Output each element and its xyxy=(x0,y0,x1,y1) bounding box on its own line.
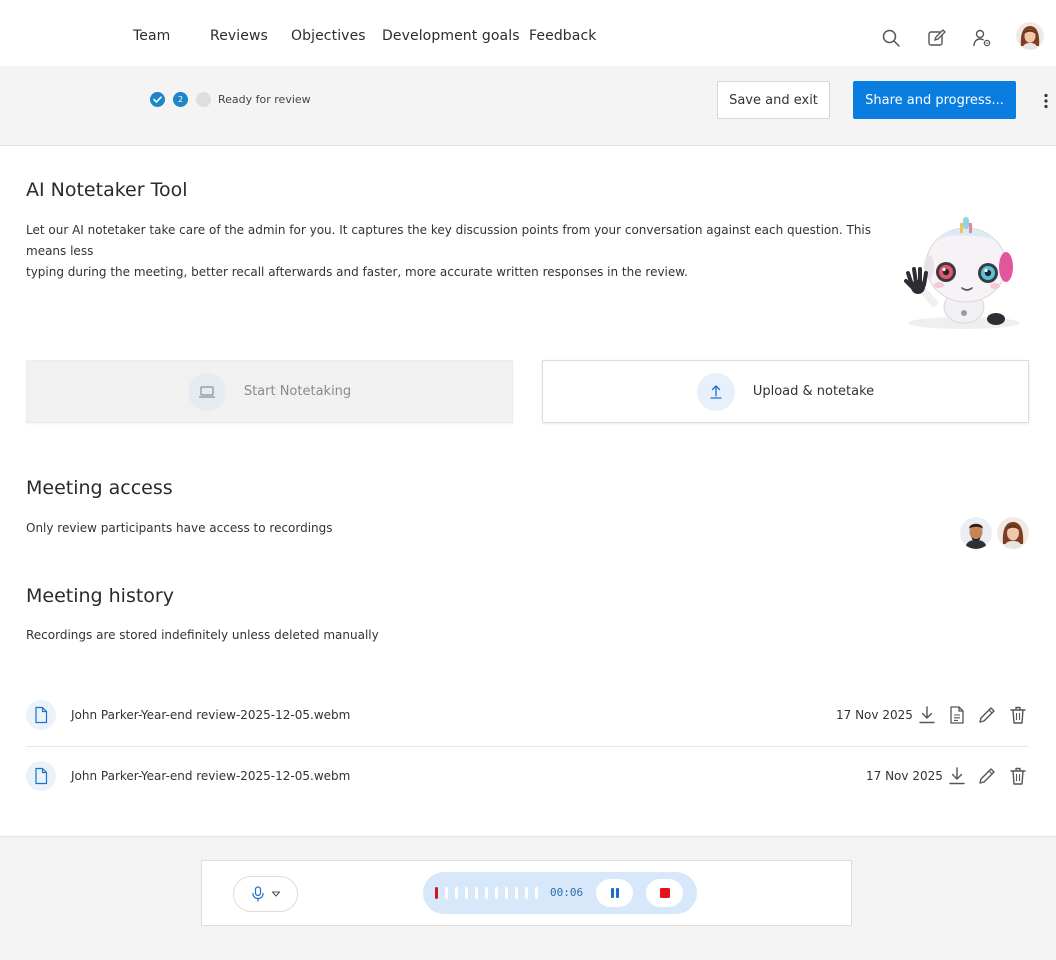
level-bar xyxy=(465,887,468,899)
robot-illustration xyxy=(898,215,1028,335)
recording-file-name: John Parker-Year-end review-2025-12-05.w… xyxy=(71,769,351,783)
meeting-history-title: Meeting history xyxy=(26,585,174,607)
participant-avatar-female xyxy=(997,517,1029,549)
nav-feedback[interactable]: Feedback xyxy=(529,28,596,44)
stop-button[interactable] xyxy=(646,879,683,907)
notetaker-description: Let our AI notetaker take care of the ad… xyxy=(26,220,906,283)
microphone-icon xyxy=(251,886,265,902)
level-bar xyxy=(455,887,458,899)
search-icon[interactable] xyxy=(881,28,901,48)
level-bar xyxy=(505,887,508,899)
laptop-icon xyxy=(187,372,226,411)
recorder-footer: 00:06 xyxy=(0,836,1056,960)
download-icon[interactable] xyxy=(947,766,967,786)
nav-team[interactable]: Team xyxy=(133,28,170,44)
upload-and-notetake-label: Upload & notetake xyxy=(752,384,875,399)
upload-and-notetake-button[interactable]: Upload & notetake xyxy=(542,360,1029,423)
edit-icon[interactable] xyxy=(927,28,947,48)
upload-icon xyxy=(696,372,735,411)
recording-controls: 00:06 xyxy=(423,872,697,914)
meeting-history-description: Recordings are stored indefinitely unles… xyxy=(26,628,379,642)
notetaker-description-line2: typing during the meeting, better recall… xyxy=(26,265,688,279)
level-bar xyxy=(445,887,448,899)
more-options-icon[interactable] xyxy=(1040,91,1052,111)
notetaker-description-line1: Let our AI notetaker take care of the ad… xyxy=(26,223,872,258)
start-notetaking-button[interactable]: Start Notetaking xyxy=(26,360,513,423)
level-bar xyxy=(515,887,518,899)
level-bar xyxy=(485,887,488,899)
start-notetaking-label: Start Notetaking xyxy=(243,384,352,399)
pause-button[interactable] xyxy=(596,879,633,907)
pause-icon xyxy=(609,887,621,899)
step-status-label: Ready for review xyxy=(218,93,311,106)
recording-date: 17 Nov 2025 xyxy=(836,708,913,722)
file-icon xyxy=(26,761,56,791)
level-bar xyxy=(525,887,528,899)
level-bar xyxy=(535,887,538,899)
level-bar xyxy=(495,887,498,899)
stop-icon xyxy=(659,887,671,899)
step-current-indicator: 2 xyxy=(173,92,188,107)
meeting-access-description: Only review participants have access to … xyxy=(26,521,333,535)
user-settings-icon[interactable] xyxy=(972,28,992,48)
rename-pencil-icon[interactable] xyxy=(977,705,997,725)
top-navigation: Team Reviews Objectives Development goal… xyxy=(0,0,1056,66)
delete-trash-icon[interactable] xyxy=(1008,705,1028,725)
recording-row: John Parker-Year-end review-2025-12-05.w… xyxy=(26,695,1029,735)
delete-trash-icon[interactable] xyxy=(1008,766,1028,786)
rename-pencil-icon[interactable] xyxy=(977,766,997,786)
review-progress-bar: 2 Ready for review Save and exit Share a… xyxy=(0,66,1056,146)
step-complete-check-icon xyxy=(150,92,165,107)
nav-objectives[interactable]: Objectives xyxy=(291,28,366,44)
meeting-access-title: Meeting access xyxy=(26,477,173,499)
level-bar xyxy=(475,887,478,899)
user-avatar[interactable] xyxy=(1016,22,1044,50)
notetaker-title: AI Notetaker Tool xyxy=(26,179,188,201)
nav-development-goals[interactable]: Development goals xyxy=(382,28,520,44)
participant-avatar-male xyxy=(960,517,992,549)
step-pending-indicator xyxy=(196,92,211,107)
transcript-icon[interactable] xyxy=(947,705,967,725)
level-bar xyxy=(435,887,438,899)
microphone-selector[interactable] xyxy=(233,876,298,912)
recording-timer: 00:06 xyxy=(550,886,584,899)
save-and-exit-button[interactable]: Save and exit xyxy=(717,81,830,119)
row-divider xyxy=(26,746,1029,747)
nav-reviews[interactable]: Reviews xyxy=(210,28,268,44)
share-and-progress-button[interactable]: Share and progress... xyxy=(853,81,1016,119)
recording-file-name: John Parker-Year-end review-2025-12-05.w… xyxy=(71,708,351,722)
chevron-down-icon xyxy=(271,890,281,898)
download-icon[interactable] xyxy=(917,705,937,725)
recorder-panel: 00:06 xyxy=(201,860,852,926)
recording-row: John Parker-Year-end review-2025-12-05.w… xyxy=(26,756,1029,796)
file-icon xyxy=(26,700,56,730)
recording-date: 17 Nov 2025 xyxy=(866,769,943,783)
